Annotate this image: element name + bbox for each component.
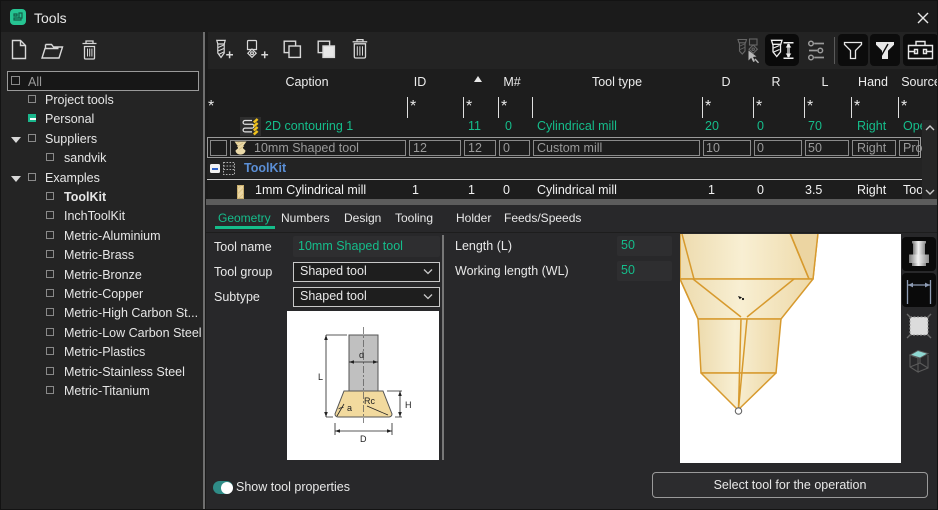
svg-text:Rc: Rc — [364, 396, 375, 406]
svg-text:H: H — [405, 400, 412, 410]
svg-text:d: d — [359, 350, 364, 360]
svg-text:L: L — [318, 372, 323, 382]
svg-text:a: a — [347, 403, 352, 413]
svg-text:D: D — [360, 434, 367, 444]
